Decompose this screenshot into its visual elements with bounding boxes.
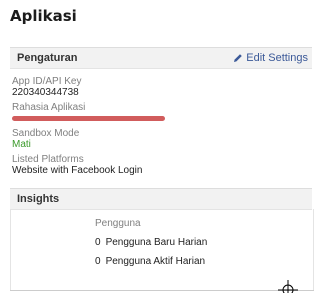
stat-label: Pengguna Baru Harian bbox=[105, 237, 208, 248]
app-secret-label: Rahasia Aplikasi bbox=[12, 102, 86, 113]
insights-subhead: Pengguna bbox=[95, 218, 141, 229]
stat-row-active-users: 0 Pengguna Aktif Harian bbox=[95, 256, 205, 267]
stat-label: Pengguna Aktif Harian bbox=[105, 256, 206, 267]
insights-header: Insights bbox=[10, 188, 312, 210]
platforms-label: Listed Platforms bbox=[12, 154, 84, 165]
crosshair-cursor-icon bbox=[277, 280, 299, 298]
settings-header: Pengaturan Edit Settings bbox=[10, 47, 312, 69]
edit-settings-link[interactable]: Edit Settings bbox=[233, 52, 308, 64]
stat-row-new-users: 0 Pengguna Baru Harian bbox=[95, 237, 207, 248]
stat-count: 0 bbox=[95, 256, 101, 267]
stat-count: 0 bbox=[95, 237, 101, 248]
sandbox-value: Mati bbox=[12, 139, 31, 150]
app-secret-redaction bbox=[12, 116, 165, 121]
app-id-label: App ID/API Key bbox=[12, 76, 82, 87]
platforms-value: Website with Facebook Login bbox=[12, 165, 143, 176]
sandbox-label: Sandbox Mode bbox=[12, 128, 80, 139]
app-id-value: 220340344738 bbox=[12, 87, 79, 98]
pencil-icon bbox=[233, 53, 243, 63]
insights-title: Insights bbox=[17, 193, 60, 205]
page-title: Aplikasi bbox=[10, 7, 77, 25]
settings-title: Pengaturan bbox=[17, 52, 78, 64]
divider bbox=[10, 290, 314, 291]
edit-settings-label: Edit Settings bbox=[246, 52, 308, 64]
insights-panel bbox=[10, 209, 314, 291]
